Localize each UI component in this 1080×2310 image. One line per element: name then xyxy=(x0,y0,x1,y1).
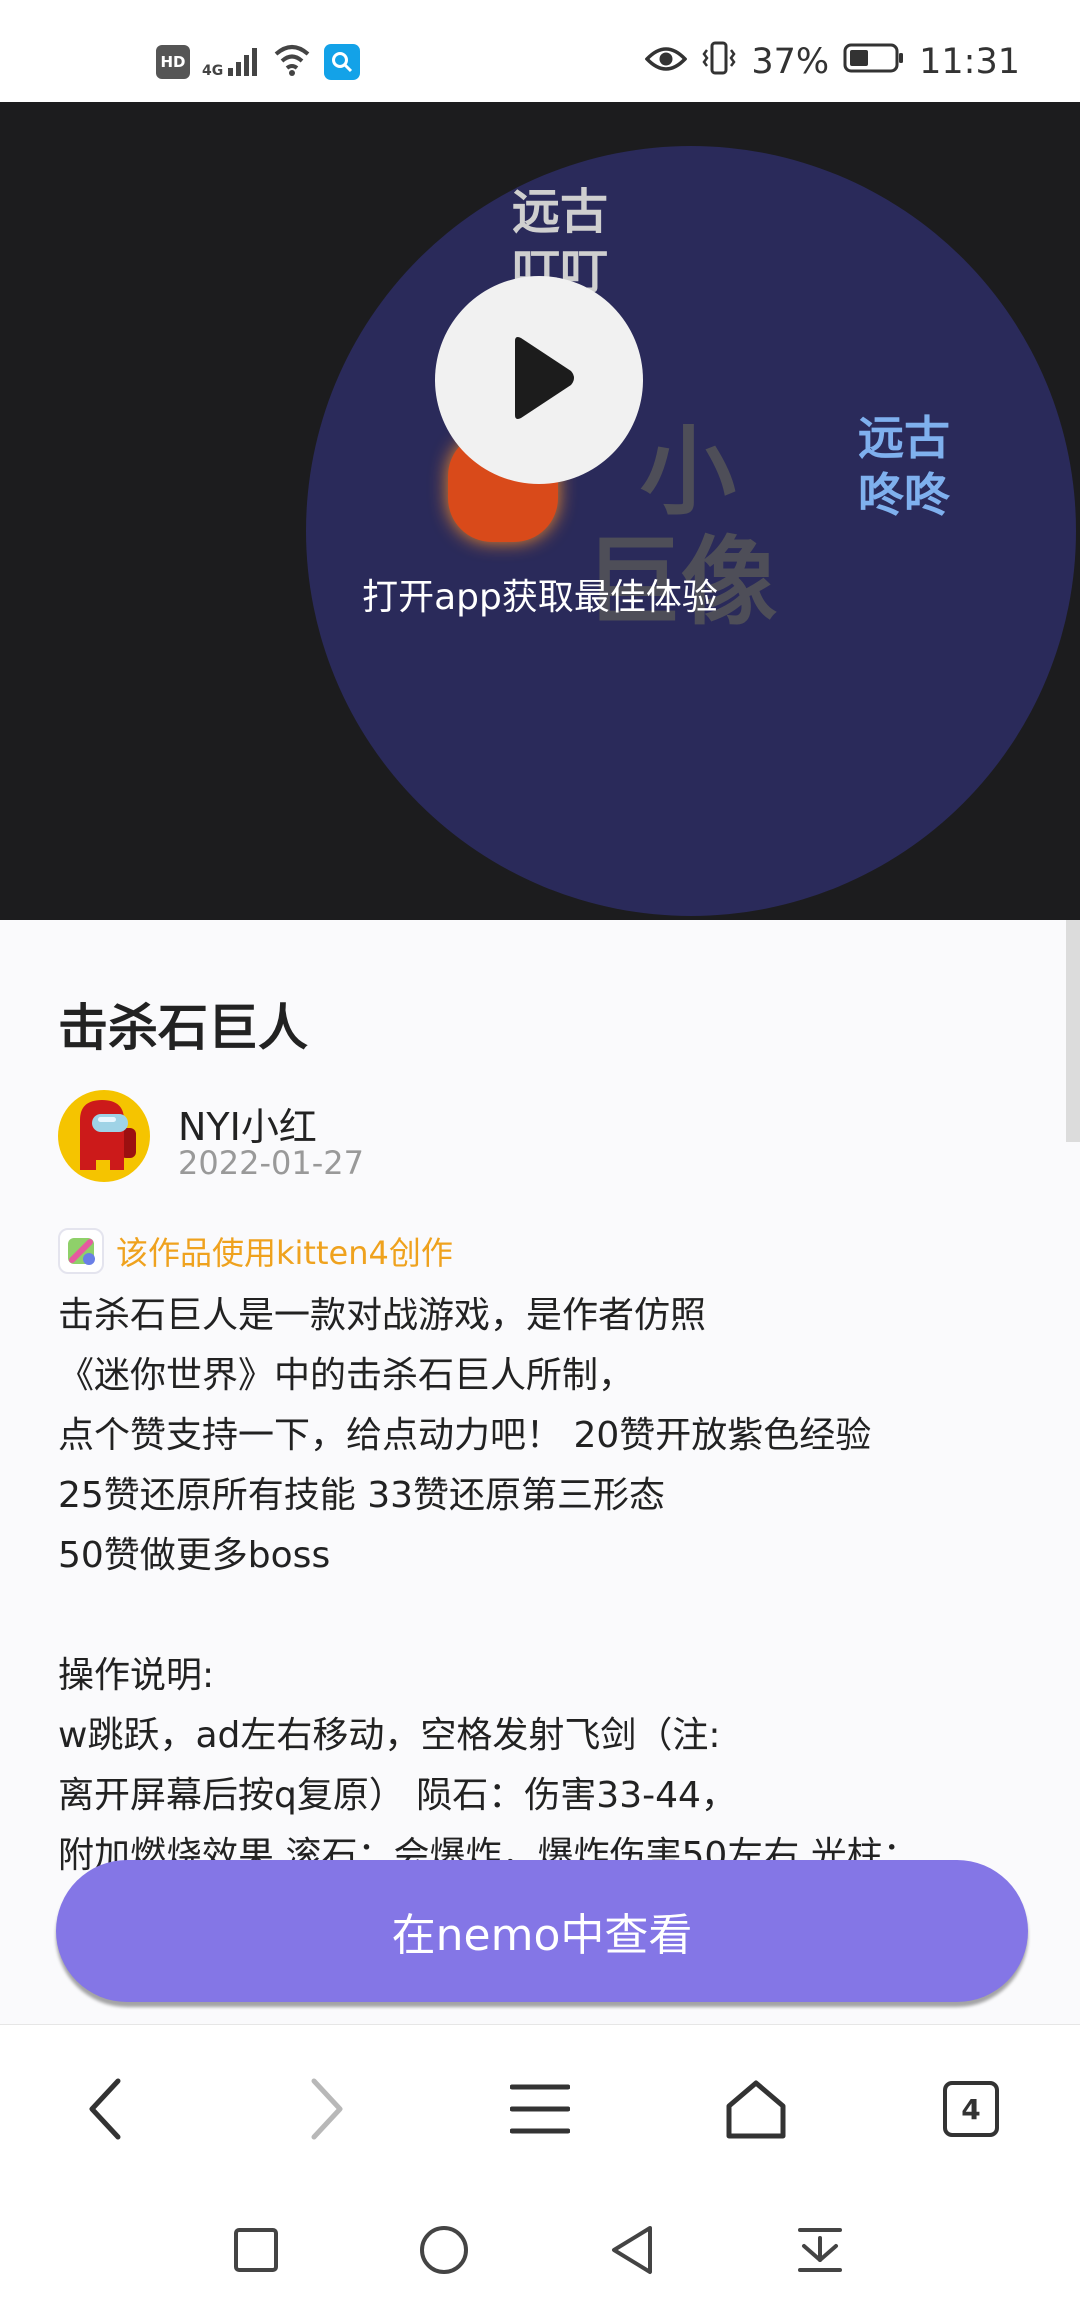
video-player[interactable]: 远古 叮叮 远古 咚咚 小 巨像 打开app获取最佳体验 xyxy=(0,102,1080,920)
made-with-kitten[interactable]: 该作品使用kitten4创作 xyxy=(58,1228,453,1274)
video-text-right-value: 远古 咚咚 xyxy=(858,410,950,523)
circle-icon xyxy=(420,2226,468,2274)
cellular-signal-icon: 4G xyxy=(202,46,260,78)
hd-badge: HD xyxy=(156,45,190,79)
video-text-right: 远古 咚咚 xyxy=(858,352,950,525)
tab-count: 4 xyxy=(943,2081,999,2137)
eye-icon xyxy=(644,42,688,82)
post-description: 击杀石巨人是一款对战游戏，是作者仿照 《迷你世界》中的击杀石巨人所制， 点个赞支… xyxy=(58,1286,1038,1886)
vibrate-icon xyxy=(701,40,737,85)
post-title: 击杀石巨人 xyxy=(58,999,308,1057)
hamburger-icon xyxy=(510,2084,570,2134)
tabs-button[interactable]: 4 xyxy=(935,2073,1007,2145)
battery-icon xyxy=(843,42,905,83)
play-button[interactable] xyxy=(435,276,643,484)
video-text-center-upper: 小 xyxy=(640,416,736,528)
browser-toolbar: 4 xyxy=(0,2024,1080,2190)
open-app-hint[interactable]: 打开app获取最佳体验 xyxy=(0,568,1080,620)
description-line: w跳跃，ad左右移动，空格发射飞剑（注: xyxy=(58,1715,721,1756)
kitten-icon xyxy=(58,1228,104,1274)
description-line xyxy=(58,1586,1038,1646)
chevron-left-icon xyxy=(89,2078,121,2140)
amongus-avatar-icon xyxy=(80,1100,136,1170)
chevron-right-icon xyxy=(311,2078,343,2140)
home-button[interactable] xyxy=(720,2073,792,2145)
notification-pulldown-button[interactable] xyxy=(784,2214,856,2286)
post-content[interactable]: 击杀石巨人 NYI小红 2022-01-27 该作品使用kitten4创作 击杀… xyxy=(0,920,1080,2024)
scrollbar-thumb[interactable] xyxy=(1066,920,1080,1142)
forward-button[interactable] xyxy=(290,2073,362,2145)
description-line: 50赞做更多boss xyxy=(58,1535,331,1576)
description-line: 点个赞支持一下，给点动力吧！ 20赞开放紫色经验 xyxy=(58,1415,872,1456)
battery-percent: 37% xyxy=(751,42,830,82)
description-line: 《迷你世界》中的击杀石巨人所制， xyxy=(58,1355,635,1396)
status-left: HD 4G xyxy=(156,40,361,84)
clock: 11:31 xyxy=(919,42,1020,82)
square-icon xyxy=(234,2228,278,2272)
back-button[interactable] xyxy=(70,2073,142,2145)
description-line: 离开屏幕后按q复原） 陨石：伤害33-44， xyxy=(58,1775,737,1816)
description-line: 25赞还原所有技能 33赞还原第三形态 xyxy=(58,1475,666,1516)
description-line: 操作说明: xyxy=(58,1655,215,1696)
menu-button[interactable] xyxy=(504,2073,576,2145)
search-app-icon xyxy=(324,44,361,80)
system-back-button[interactable] xyxy=(596,2214,668,2286)
network-type: 4G xyxy=(202,63,224,79)
system-home-button[interactable] xyxy=(408,2214,480,2286)
triangle-back-icon xyxy=(612,2226,652,2274)
description-line: 击杀石巨人是一款对战游戏，是作者仿照 xyxy=(58,1295,707,1336)
recent-apps-button[interactable] xyxy=(220,2214,292,2286)
status-right: 37% 11:31 xyxy=(644,36,1020,88)
home-icon xyxy=(726,2080,786,2139)
wifi-icon xyxy=(272,42,312,82)
video-text-top: 远古 叮叮 xyxy=(512,122,608,302)
status-bar: HD 4G 37% 11:31 xyxy=(0,0,1080,102)
author-avatar[interactable] xyxy=(58,1090,150,1182)
download-arrow-icon xyxy=(798,2228,842,2272)
open-in-nemo-button[interactable]: 在nemo中查看 xyxy=(56,1860,1028,2002)
author-name[interactable]: NYI小红 xyxy=(178,1096,317,1151)
post-date: 2022-01-27 xyxy=(178,1144,364,1182)
system-navigation-bar xyxy=(0,2190,1080,2310)
made-with-text: 该作品使用kitten4创作 xyxy=(116,1234,453,1272)
play-icon xyxy=(499,333,579,427)
